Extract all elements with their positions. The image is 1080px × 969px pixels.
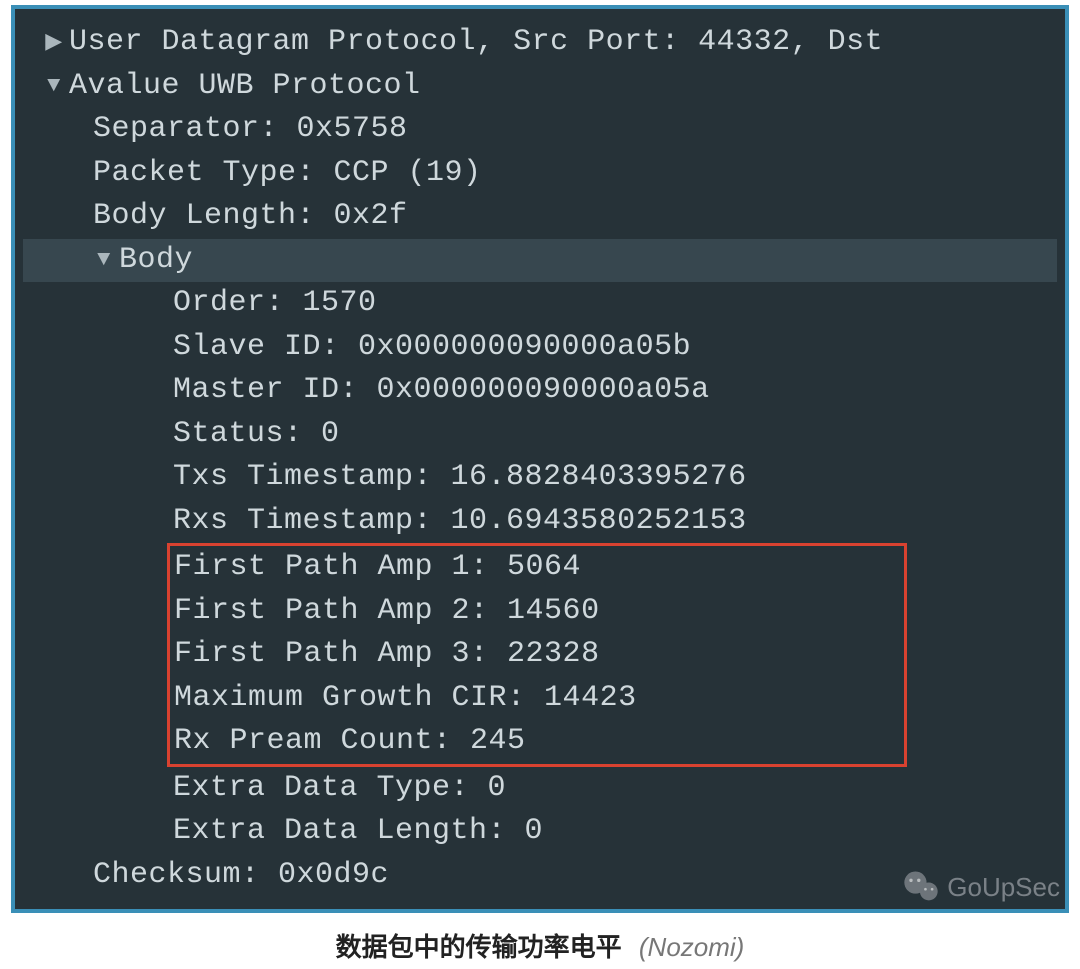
field-first-path-amp-1[interactable]: First Path Amp 1: 5064 [170, 546, 904, 590]
field-extra-data-length[interactable]: Extra Data Length: 0 [23, 810, 1057, 854]
field-text: Txs Timestamp: 16.8828403395276 [173, 456, 747, 500]
field-extra-data-type[interactable]: Extra Data Type: 0 [23, 767, 1057, 811]
tree-row-udp[interactable]: ▶ User Datagram Protocol, Src Port: 4433… [23, 21, 1057, 65]
chevron-right-icon: ▶ [45, 27, 63, 59]
field-body-length[interactable]: Body Length: 0x2f [23, 195, 1057, 239]
field-slave-id[interactable]: Slave ID: 0x000000090000a05b [23, 326, 1057, 370]
watermark-text: GoUpSec [947, 872, 1060, 903]
field-text: Status: 0 [173, 413, 340, 457]
field-rxs-timestamp[interactable]: Rxs Timestamp: 10.6943580252153 [23, 500, 1057, 544]
field-first-path-amp-2[interactable]: First Path Amp 2: 14560 [170, 590, 904, 634]
field-separator[interactable]: Separator: 0x5758 [23, 108, 1057, 152]
field-text: First Path Amp 1: 5064 [174, 546, 581, 590]
field-text: First Path Amp 2: 14560 [174, 590, 600, 634]
protocol-line: Avalue UWB Protocol [69, 65, 421, 109]
packet-details-panel: ▶ User Datagram Protocol, Src Port: 4433… [11, 5, 1069, 913]
figure-caption: 数据包中的传输功率电平 (Nozomi) [0, 927, 1080, 964]
watermark: GoUpSec [901, 867, 1060, 907]
field-packet-type[interactable]: Packet Type: CCP (19) [23, 152, 1057, 196]
tree-row-body[interactable]: ▼ Body [23, 239, 1057, 283]
chevron-down-icon: ▼ [95, 244, 113, 276]
tree-row-avalue-protocol[interactable]: ▼ Avalue UWB Protocol [23, 65, 1057, 109]
field-text: Rx Pream Count: 245 [174, 720, 526, 764]
field-text: Separator: 0x5758 [93, 108, 408, 152]
field-text: Packet Type: CCP (19) [93, 152, 482, 196]
field-text: Checksum: 0x0d9c [93, 854, 389, 898]
wechat-icon [901, 867, 941, 907]
highlighted-power-fields: First Path Amp 1: 5064 First Path Amp 2:… [167, 543, 907, 767]
field-first-path-amp-3[interactable]: First Path Amp 3: 22328 [170, 633, 904, 677]
chevron-down-icon: ▼ [45, 70, 63, 102]
field-text: First Path Amp 3: 22328 [174, 633, 600, 677]
field-text: Maximum Growth CIR: 14423 [174, 677, 637, 721]
field-text: Rxs Timestamp: 10.6943580252153 [173, 500, 747, 544]
caption-source: (Nozomi) [639, 932, 744, 962]
field-text: Order: 1570 [173, 282, 377, 326]
field-order[interactable]: Order: 1570 [23, 282, 1057, 326]
field-text: Master ID: 0x000000090000a05a [173, 369, 710, 413]
caption-main: 数据包中的传输功率电平 [336, 932, 622, 962]
field-master-id[interactable]: Master ID: 0x000000090000a05a [23, 369, 1057, 413]
field-txs-timestamp[interactable]: Txs Timestamp: 16.8828403395276 [23, 456, 1057, 500]
udp-line: User Datagram Protocol, Src Port: 44332,… [69, 21, 883, 65]
field-max-growth-cir[interactable]: Maximum Growth CIR: 14423 [170, 677, 904, 721]
body-label: Body [119, 239, 193, 283]
field-status[interactable]: Status: 0 [23, 413, 1057, 457]
field-text: Extra Data Length: 0 [173, 810, 543, 854]
field-rx-pream-count[interactable]: Rx Pream Count: 245 [170, 720, 904, 764]
field-text: Slave ID: 0x000000090000a05b [173, 326, 691, 370]
field-text: Extra Data Type: 0 [173, 767, 506, 811]
field-text: Body Length: 0x2f [93, 195, 408, 239]
